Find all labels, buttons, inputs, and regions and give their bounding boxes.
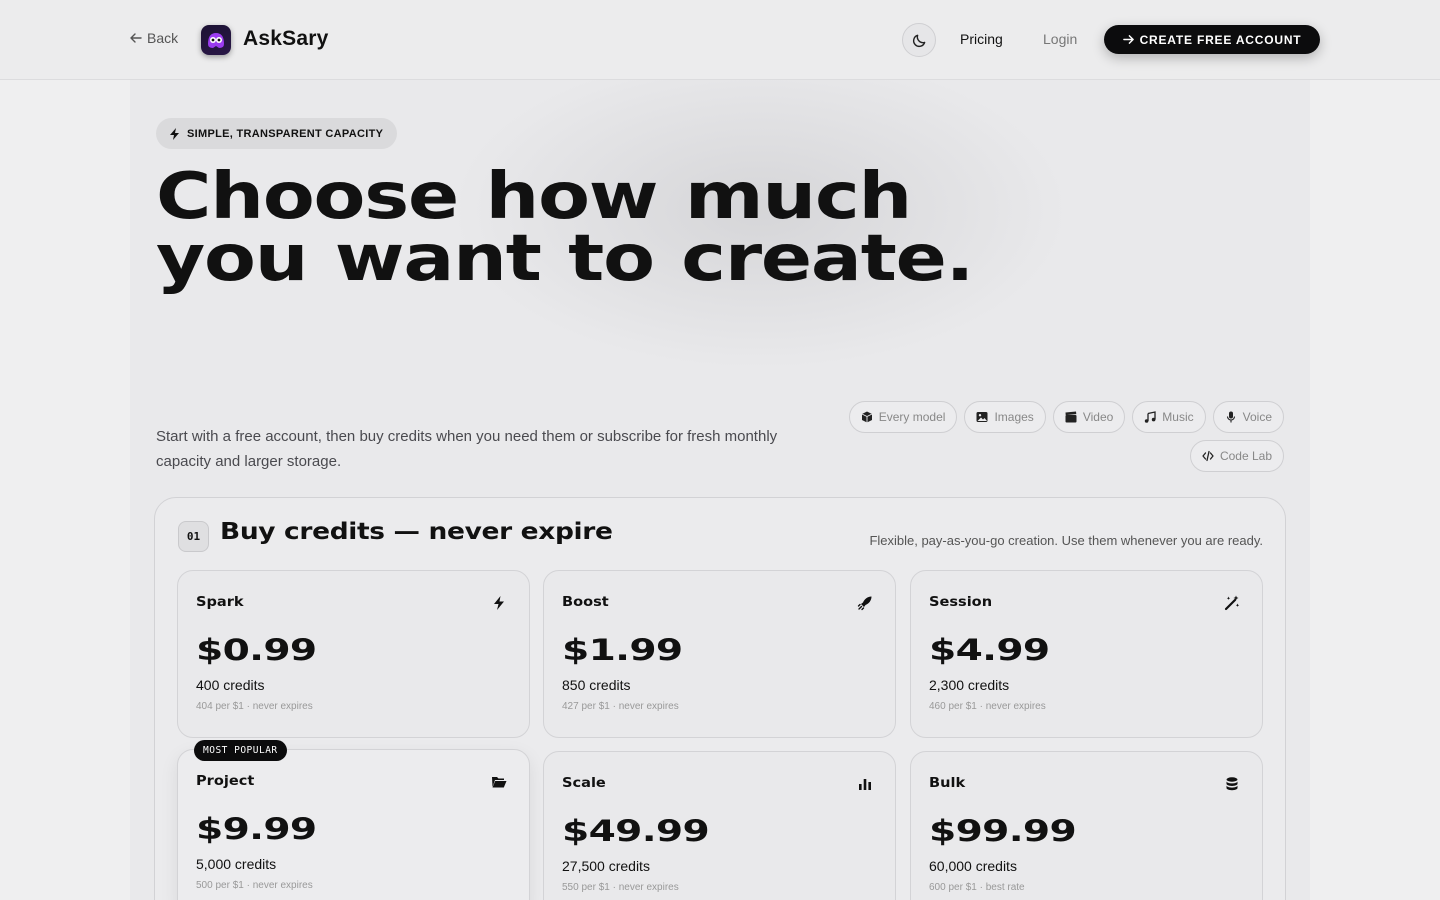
create-account-label: CREATE FREE ACCOUNT — [1139, 32, 1302, 47]
plan-price: $49.99 — [562, 814, 710, 848]
plan-price: $99.99 — [929, 814, 1077, 848]
most-popular-badge: MOST POPULAR — [194, 740, 287, 761]
image-icon — [976, 412, 988, 422]
section-description: Flexible, pay-as-you-go creation. Use th… — [869, 533, 1263, 548]
plan-price: $4.99 — [929, 633, 1050, 667]
back-label: Back — [147, 30, 179, 46]
chip-label: Every model — [878, 410, 946, 424]
microphone-icon — [1226, 411, 1235, 423]
theme-toggle-button[interactable] — [902, 23, 936, 57]
page-title: Choose how much you want to create. — [156, 160, 974, 296]
feature-chips: Every model Images Video Music Voice Cod… — [834, 401, 1284, 472]
bolt-icon — [170, 127, 179, 140]
plan-credits: 27,500 credits — [562, 858, 650, 874]
section-title: Buy credits — never expire — [220, 519, 613, 545]
plan-credits: 400 credits — [196, 677, 265, 693]
magic-wand-icon — [1224, 595, 1240, 611]
plan-card-spark[interactable]: Spark $0.99 400 credits 404 per $1 · nev… — [177, 570, 530, 738]
plan-credits: 5,000 credits — [196, 856, 277, 872]
arrow-left-icon — [130, 33, 142, 43]
database-icon — [1226, 777, 1238, 791]
back-link[interactable]: Back — [129, 30, 178, 46]
chip-images[interactable]: Images — [964, 401, 1046, 433]
plan-rate-note: 500 per $1 · never expires — [196, 880, 313, 891]
folder-open-icon — [492, 777, 507, 788]
plan-card-boost[interactable]: Boost $1.99 850 credits 427 per $1 · nev… — [543, 570, 896, 738]
plan-name: Bulk — [929, 776, 966, 791]
plan-price: $0.99 — [196, 633, 317, 667]
nav-pricing-link[interactable]: Pricing — [960, 31, 1003, 47]
brand-name[interactable]: AskSary — [243, 27, 328, 51]
plan-card-bulk[interactable]: Bulk $99.99 60,000 credits 600 per $1 · … — [910, 751, 1263, 900]
chip-music[interactable]: Music — [1132, 401, 1206, 433]
cube-icon — [861, 411, 872, 423]
bar-chart-icon — [859, 779, 871, 790]
rocket-icon — [857, 596, 872, 611]
plan-name: Spark — [196, 595, 244, 610]
top-nav: Back AskSary Pricing Login CREATE FREE A… — [0, 0, 1440, 80]
chip-video[interactable]: Video — [1052, 401, 1126, 433]
plan-price: $1.99 — [562, 633, 683, 667]
arrow-right-icon — [1122, 35, 1134, 44]
plan-rate-note: 404 per $1 · never expires — [196, 701, 313, 712]
music-note-icon — [1145, 411, 1156, 423]
pricing-main: SIMPLE, TRANSPARENT CAPACITY Choose how … — [130, 80, 1310, 900]
hero-tag: SIMPLE, TRANSPARENT CAPACITY — [156, 118, 398, 149]
chip-voice[interactable]: Voice — [1212, 401, 1284, 433]
plan-name: Scale — [562, 776, 606, 791]
chip-code-lab[interactable]: Code Lab — [1189, 440, 1284, 472]
plan-name: Session — [929, 595, 993, 610]
chip-label: Images — [994, 410, 1034, 424]
chip-label: Code Lab — [1219, 449, 1272, 463]
chip-label: Voice — [1242, 410, 1272, 424]
chip-every-model[interactable]: Every model — [848, 401, 958, 433]
plan-card-scale[interactable]: Scale $49.99 27,500 credits 550 per $1 ·… — [543, 751, 896, 900]
plan-credits: 850 credits — [562, 677, 631, 693]
plan-card-project[interactable]: MOST POPULAR Project $9.99 5,000 credits… — [177, 740, 530, 900]
plan-name: Project — [196, 774, 255, 789]
chip-label: Music — [1162, 410, 1194, 424]
code-icon — [1202, 450, 1214, 462]
bolt-icon — [494, 596, 504, 610]
hero-tag-label: SIMPLE, TRANSPARENT CAPACITY — [187, 127, 384, 140]
plan-rate-note: 427 per $1 · never expires — [562, 701, 679, 712]
plan-rate-note: 600 per $1 · best rate — [929, 882, 1025, 893]
plan-credits: 2,300 credits — [929, 677, 1010, 693]
chip-label: Video — [1082, 410, 1114, 424]
plan-price: $9.99 — [196, 812, 317, 846]
buy-credits-section: 01 Buy credits — never expire Flexible, … — [154, 497, 1286, 900]
create-account-button[interactable]: CREATE FREE ACCOUNT — [1104, 25, 1320, 54]
plan-name: Boost — [562, 595, 609, 610]
clapperboard-icon — [1065, 411, 1077, 423]
plan-card-session[interactable]: Session $4.99 2,300 credits 460 per $1 ·… — [910, 570, 1263, 738]
nav-login-link[interactable]: Login — [1043, 31, 1077, 47]
plan-credits: 60,000 credits — [929, 858, 1017, 874]
hero-subtitle: Start with a free account, then buy cred… — [156, 428, 778, 470]
plan-rate-note: 460 per $1 · never expires — [929, 701, 1046, 712]
brand-logo[interactable] — [201, 25, 231, 55]
plan-rate-note: 550 per $1 · never expires — [562, 882, 679, 893]
moon-icon — [912, 34, 925, 47]
section-number: 01 — [178, 521, 209, 552]
owl-face-icon — [208, 33, 224, 48]
